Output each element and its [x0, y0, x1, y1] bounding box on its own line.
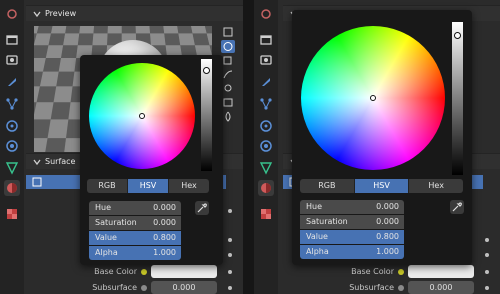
- tool-icon[interactable]: [4, 6, 20, 22]
- color-wheel-cursor[interactable]: [370, 95, 376, 101]
- data-icon[interactable]: [4, 160, 20, 176]
- tab-hex[interactable]: Hex: [169, 179, 209, 193]
- chevron-down-icon: [33, 11, 41, 18]
- render-icon[interactable]: [258, 32, 274, 48]
- keyframe-dot[interactable]: [228, 238, 232, 242]
- hue-field[interactable]: Hue 0.000: [300, 200, 404, 214]
- saturation-field[interactable]: Saturation 0.000: [300, 215, 404, 229]
- output-icon[interactable]: [4, 52, 20, 68]
- color-mode-tabs: RGB HSV Hex: [87, 179, 209, 193]
- value-slider-knob[interactable]: [454, 32, 461, 39]
- color-wheel[interactable]: [301, 26, 445, 170]
- keyframe-dot[interactable]: [228, 209, 232, 213]
- cloth-preview-icon[interactable]: [221, 96, 235, 109]
- subsurface-label: Subsurface: [92, 283, 137, 292]
- properties-tabs: [254, 0, 278, 294]
- keyframe-dot[interactable]: [485, 253, 489, 257]
- physics-icon[interactable]: [258, 118, 274, 134]
- tab-rgb[interactable]: RGB: [300, 179, 355, 193]
- tool-icon[interactable]: [258, 6, 274, 22]
- preview-shape-tools: [221, 26, 237, 124]
- particles-icon[interactable]: [258, 96, 274, 112]
- tab-hsv[interactable]: HSV: [354, 179, 410, 193]
- socket-dot[interactable]: [398, 285, 404, 291]
- base-color-swatch[interactable]: [408, 265, 474, 278]
- constraints-icon[interactable]: [4, 138, 20, 154]
- shader-node-icon: [32, 177, 42, 187]
- tab-rgb[interactable]: RGB: [87, 179, 128, 193]
- color-picker-popup-small: RGB HSV Hex Hue 0.000 Saturation 0.000 Val…: [80, 55, 223, 265]
- subsurface-label: Subsurface: [349, 283, 394, 292]
- editor-divider[interactable]: [243, 0, 254, 294]
- alpha-field[interactable]: Alpha 1.000: [300, 245, 404, 259]
- properties-editor-right: Preview Surface Base Color Su: [254, 0, 500, 294]
- sphere-preview-icon[interactable]: [221, 40, 235, 53]
- hsv-fields: Hue 0.000 Saturation 0.000 Value 0.800 Alph…: [300, 200, 404, 260]
- fluid-preview-icon[interactable]: [221, 110, 235, 123]
- keyframe-dot[interactable]: [228, 253, 232, 257]
- base-color-label: Base Color: [94, 267, 137, 276]
- shaderball-preview-icon[interactable]: [221, 82, 235, 95]
- value-field[interactable]: Value 0.800: [300, 230, 404, 244]
- physics-icon[interactable]: [4, 118, 20, 134]
- value-slider[interactable]: [201, 59, 212, 171]
- value-slider-knob[interactable]: [203, 67, 210, 74]
- modifier-icon[interactable]: [258, 74, 274, 90]
- base-color-row: Base Color: [26, 265, 243, 279]
- color-mode-tabs: RGB HSV Hex: [300, 179, 463, 193]
- preview-panel-header[interactable]: Preview: [26, 5, 243, 21]
- subsurface-row: Subsurface 0.000: [283, 281, 500, 294]
- keyframe-dot[interactable]: [485, 238, 489, 242]
- value-slider[interactable]: [452, 22, 463, 175]
- color-picker-popup-large: RGB HSV Hex Hue 0.000 Saturation 0.000 Val…: [292, 10, 472, 265]
- eyedropper-icon[interactable]: [195, 201, 209, 215]
- keyframe-dot[interactable]: [228, 270, 232, 274]
- color-wheel[interactable]: [89, 63, 195, 169]
- value-field[interactable]: Value 0.800: [89, 231, 181, 245]
- socket-dot[interactable]: [398, 269, 404, 275]
- base-color-swatch[interactable]: [151, 265, 217, 278]
- tab-hsv[interactable]: HSV: [128, 179, 169, 193]
- properties-editor-left: Preview Surface Base Color Subsurface 0.…: [0, 0, 243, 294]
- texture-icon[interactable]: [258, 206, 274, 222]
- flat-preview-icon[interactable]: [221, 26, 235, 39]
- surface-panel-title: Surface: [45, 157, 76, 166]
- material-icon[interactable]: [258, 180, 274, 196]
- data-icon[interactable]: [258, 160, 274, 176]
- keyframe-dot[interactable]: [485, 286, 489, 290]
- hue-field[interactable]: Hue 0.000: [89, 201, 181, 215]
- subsurface-row: Subsurface 0.000: [26, 281, 243, 294]
- base-color-row: Base Color: [283, 265, 500, 279]
- app-window: Preview Surface Base Color Subsurface 0.…: [0, 0, 500, 294]
- keyframe-dot[interactable]: [485, 270, 489, 274]
- texture-icon[interactable]: [4, 206, 20, 222]
- subsurface-field[interactable]: 0.000: [151, 281, 217, 294]
- saturation-field[interactable]: Saturation 0.000: [89, 216, 181, 230]
- tab-hex[interactable]: Hex: [409, 179, 463, 193]
- cube-preview-icon[interactable]: [221, 54, 235, 67]
- preview-panel-title: Preview: [45, 9, 77, 18]
- output-icon[interactable]: [258, 52, 274, 68]
- hsv-fields: Hue 0.000 Saturation 0.000 Value 0.800 Alph…: [89, 201, 181, 261]
- modifier-icon[interactable]: [4, 74, 20, 90]
- chevron-down-icon: [33, 159, 41, 166]
- keyframe-dot[interactable]: [228, 286, 232, 290]
- render-icon[interactable]: [4, 32, 20, 48]
- color-wheel-cursor[interactable]: [139, 113, 145, 119]
- eyedropper-icon[interactable]: [450, 200, 464, 214]
- particles-icon[interactable]: [4, 96, 20, 112]
- socket-dot[interactable]: [141, 269, 147, 275]
- base-color-label: Base Color: [351, 267, 394, 276]
- constraints-icon[interactable]: [258, 138, 274, 154]
- alpha-field[interactable]: Alpha 1.000: [89, 246, 181, 260]
- material-icon[interactable]: [4, 180, 20, 196]
- socket-dot[interactable]: [141, 285, 147, 291]
- subsurface-field[interactable]: 0.000: [408, 281, 474, 294]
- hair-preview-icon[interactable]: [221, 68, 235, 81]
- properties-tabs: [0, 0, 24, 294]
